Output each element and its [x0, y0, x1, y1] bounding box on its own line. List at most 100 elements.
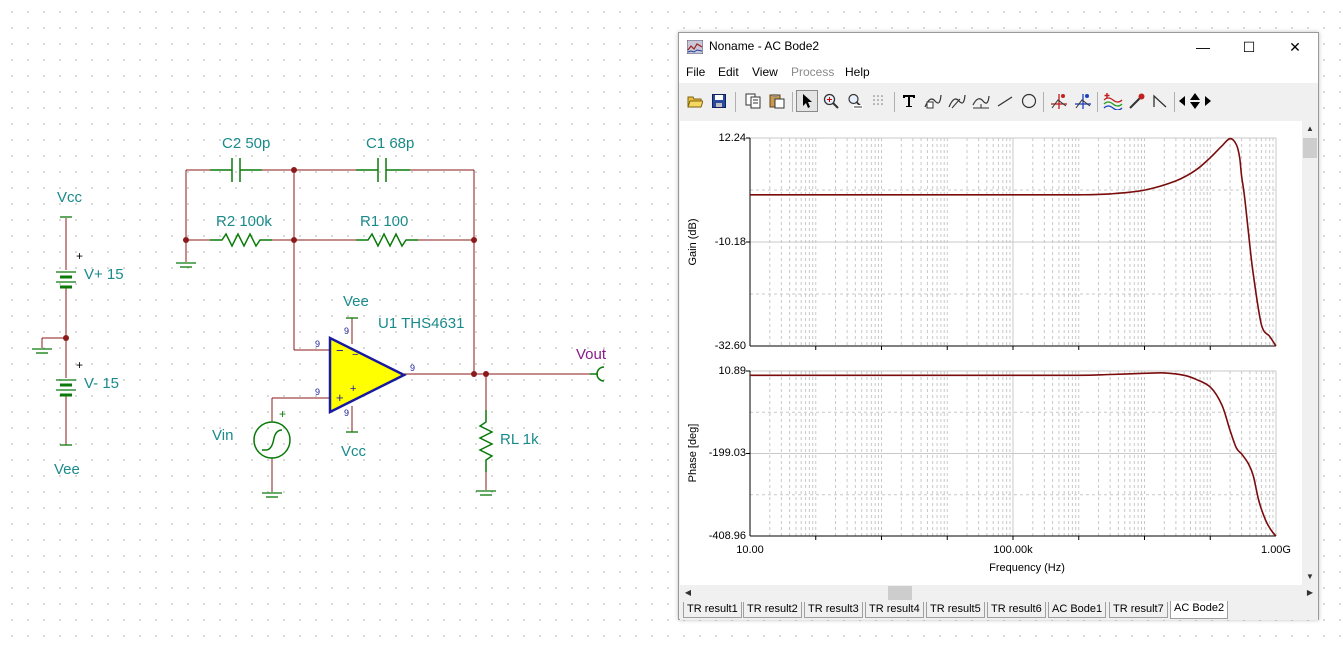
horizontal-scrollbar[interactable]: ◀ ▶ — [680, 585, 1318, 601]
label-vee-bottom: Vee — [54, 461, 80, 478]
phase-panel: Phase [deg] 10.89 -199.03 -408.96 10.00 … — [687, 365, 1291, 574]
zoom-in-icon[interactable] — [820, 90, 842, 112]
close-button[interactable]: ✕ — [1272, 33, 1318, 61]
minimize-button[interactable]: — — [1180, 33, 1226, 61]
pin-vcc: 9 — [344, 408, 349, 418]
gain-ytick-bottom: -32.60 — [715, 340, 746, 352]
gain-y-label: Gain (dB) — [687, 218, 699, 265]
app-icon — [687, 40, 703, 54]
toolbar-separator — [735, 92, 736, 112]
window-title: Noname - AC Bode2 — [709, 39, 820, 53]
tab-tr-result4[interactable]: TR result4 — [865, 602, 924, 618]
vin-polarity: + — [279, 407, 286, 421]
title-bar[interactable]: Noname - AC Bode2 — ☐ ✕ — [679, 33, 1318, 61]
opamp-vcc-sign: + — [350, 383, 356, 395]
vplus-polarity: + — [76, 249, 83, 263]
xtick-1g: 1.00G — [1261, 544, 1291, 556]
tab-ac-bode1[interactable]: AC Bode1 — [1048, 602, 1107, 618]
open-icon[interactable] — [684, 90, 706, 112]
curve-add-icon[interactable] — [1102, 90, 1124, 112]
label-vcc-top: Vcc — [57, 189, 83, 206]
label-rl: RL 1k — [500, 431, 539, 448]
pin-inv: 9 — [315, 339, 320, 349]
step-icon[interactable] — [1150, 90, 1172, 112]
grid-icon[interactable] — [868, 90, 890, 112]
menu-view[interactable]: View — [752, 65, 778, 79]
resistor-r2[interactable] — [210, 232, 272, 248]
opamp-u1[interactable]: − + − + — [328, 335, 407, 415]
bode-window[interactable]: Noname - AC Bode2 — ☐ ✕ File Edit View P… — [678, 32, 1319, 620]
supply-components — [32, 216, 496, 498]
label-r1: R1 100 — [360, 213, 408, 230]
opamp-vee-sign: − — [352, 349, 358, 361]
scroll-up-down-icon[interactable] — [1188, 90, 1202, 112]
capacitor-c1[interactable] — [356, 158, 410, 182]
x-axis-label: Frequency (Hz) — [989, 562, 1065, 574]
gain-ytick-mid: -10.18 — [715, 236, 746, 248]
pin-vee: 9 — [344, 326, 349, 336]
phase-grid — [750, 370, 1277, 536]
capacitor-c2[interactable] — [210, 158, 262, 182]
tab-tr-result7[interactable]: TR result7 — [1109, 602, 1168, 618]
curve-label-2-icon[interactable] — [946, 90, 968, 112]
result-tabs: TR result1 TR result2 TR result3 TR resu… — [680, 601, 1318, 620]
tab-tr-result5[interactable]: TR result5 — [926, 602, 985, 618]
phase-y-label: Phase [deg] — [687, 424, 699, 483]
opamp-plus-sign: + — [336, 390, 344, 405]
scroll-up-arrow-icon[interactable]: ▲ — [1302, 121, 1318, 137]
tab-tr-result1[interactable]: TR result1 — [683, 602, 742, 618]
scroll-left-icon[interactable] — [1176, 90, 1188, 112]
circle-icon[interactable] — [1018, 90, 1040, 112]
scroll-right-arrow-icon[interactable]: ▶ — [1302, 585, 1318, 601]
menu-file[interactable]: File — [686, 65, 705, 79]
axis-icon[interactable] — [970, 90, 992, 112]
phase-ytick-top: 10.89 — [718, 365, 746, 377]
toolbar — [679, 87, 1318, 117]
gain-ytick-top: 12.24 — [718, 132, 746, 144]
copy-icon[interactable] — [742, 90, 764, 112]
schematic-canvas[interactable]: − + − + + + + 9 9 9 9 9 Vcc V+ 15 V- 15 … — [0, 0, 676, 650]
vertical-scrollbar[interactable]: ▲ ▼ — [1302, 121, 1318, 585]
toolbar-separator — [1043, 92, 1044, 112]
tab-ac-bode2[interactable]: AC Bode2 — [1170, 601, 1229, 619]
cursor-b-icon[interactable] — [1072, 90, 1094, 112]
pin-noninv: 9 — [315, 387, 320, 397]
resistor-rl[interactable] — [478, 410, 494, 472]
maximize-button[interactable]: ☐ — [1226, 33, 1272, 61]
line-icon[interactable] — [994, 90, 1016, 112]
cursor-a-icon[interactable] — [1048, 90, 1070, 112]
vertical-scroll-thumb[interactable] — [1303, 138, 1317, 158]
gain-panel: Gain (dB) 12.24 -10.18 -32.60 — [687, 132, 1277, 352]
tab-tr-result2[interactable]: TR result2 — [743, 602, 802, 618]
tab-tr-result3[interactable]: TR result3 — [804, 602, 863, 618]
pin-out: 9 — [410, 363, 415, 373]
toolbar-separator — [894, 92, 895, 112]
tab-tr-result6[interactable]: TR result6 — [987, 602, 1046, 618]
source-vin[interactable] — [253, 421, 291, 459]
horizontal-scroll-thumb[interactable] — [888, 586, 912, 600]
probe-icon[interactable] — [1126, 90, 1148, 112]
label-vcc-op: Vcc — [341, 443, 367, 460]
vout-connector[interactable] — [590, 366, 605, 382]
opamp-minus-sign: − — [336, 343, 344, 358]
save-icon[interactable] — [708, 90, 730, 112]
paste-icon[interactable] — [766, 90, 788, 112]
scroll-right-icon[interactable] — [1202, 90, 1214, 112]
zoom-100-icon[interactable] — [844, 90, 866, 112]
menu-process[interactable]: Process — [791, 65, 834, 79]
phase-ytick-mid: -199.03 — [709, 447, 746, 459]
toolbar-separator — [1097, 92, 1098, 112]
text-icon[interactable] — [898, 90, 920, 112]
menu-help[interactable]: Help — [845, 65, 870, 79]
scroll-left-arrow-icon[interactable]: ◀ — [680, 585, 696, 601]
scroll-down-arrow-icon[interactable]: ▼ — [1302, 569, 1318, 585]
bode-plot[interactable]: Gain (dB) 12.24 -10.18 -32.60 Phase [deg… — [680, 121, 1302, 585]
bode-plot-area[interactable]: Gain (dB) 12.24 -10.18 -32.60 Phase [deg… — [680, 121, 1302, 585]
menu-edit[interactable]: Edit — [718, 65, 739, 79]
pointer-icon[interactable] — [796, 90, 818, 112]
resistor-r1[interactable] — [356, 232, 418, 248]
toolbar-separator — [1174, 92, 1175, 112]
curve-label-icon[interactable] — [922, 90, 944, 112]
label-c1: C1 68p — [366, 135, 414, 152]
menu-bar: File Edit View Process Help — [679, 61, 1318, 83]
